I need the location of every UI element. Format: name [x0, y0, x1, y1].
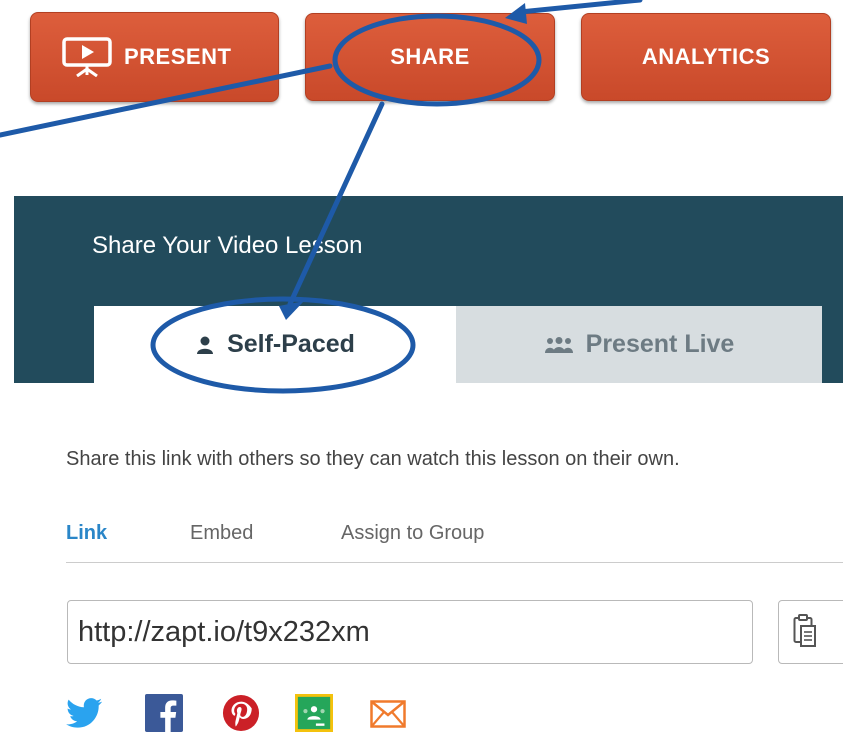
person-icon: [197, 336, 214, 354]
facebook-icon[interactable]: [145, 694, 183, 732]
present-button-label: PRESENT: [124, 44, 232, 69]
share-panel: Share Your Video Lesson Self-Paced Prese…: [14, 196, 843, 383]
subtab-link[interactable]: Link: [66, 522, 107, 545]
email-icon[interactable]: [370, 700, 406, 728]
share-button[interactable]: SHARE: [305, 13, 555, 101]
analytics-button[interactable]: ANALYTICS: [581, 13, 831, 101]
group-icon: [544, 336, 573, 353]
google-classroom-icon[interactable]: [295, 694, 333, 732]
tab-self-paced[interactable]: Self-Paced: [94, 306, 456, 383]
share-link-field[interactable]: [67, 600, 753, 664]
subtab-divider: [66, 562, 843, 563]
subtab-embed[interactable]: Embed: [190, 522, 253, 545]
copy-link-button[interactable]: [778, 600, 843, 664]
clipboard-icon: [793, 614, 816, 647]
present-button[interactable]: PRESENT: [30, 12, 279, 102]
pinterest-icon[interactable]: [222, 694, 260, 732]
tab-present-live-label: Present Live: [585, 330, 735, 358]
tab-present-live[interactable]: Present Live: [456, 306, 822, 383]
share-button-label: SHARE: [390, 44, 470, 69]
share-panel-title: Share Your Video Lesson: [92, 232, 363, 259]
tab-self-paced-label: Self-Paced: [227, 330, 355, 358]
twitter-icon[interactable]: [66, 694, 104, 732]
annotation-arrow-line: [517, 0, 643, 15]
subtab-assign-to-group[interactable]: Assign to Group: [341, 522, 484, 545]
analytics-button-label: ANALYTICS: [641, 44, 771, 69]
share-description: Share this link with others so they can …: [66, 448, 680, 470]
presentation-screen-icon: [62, 37, 112, 78]
